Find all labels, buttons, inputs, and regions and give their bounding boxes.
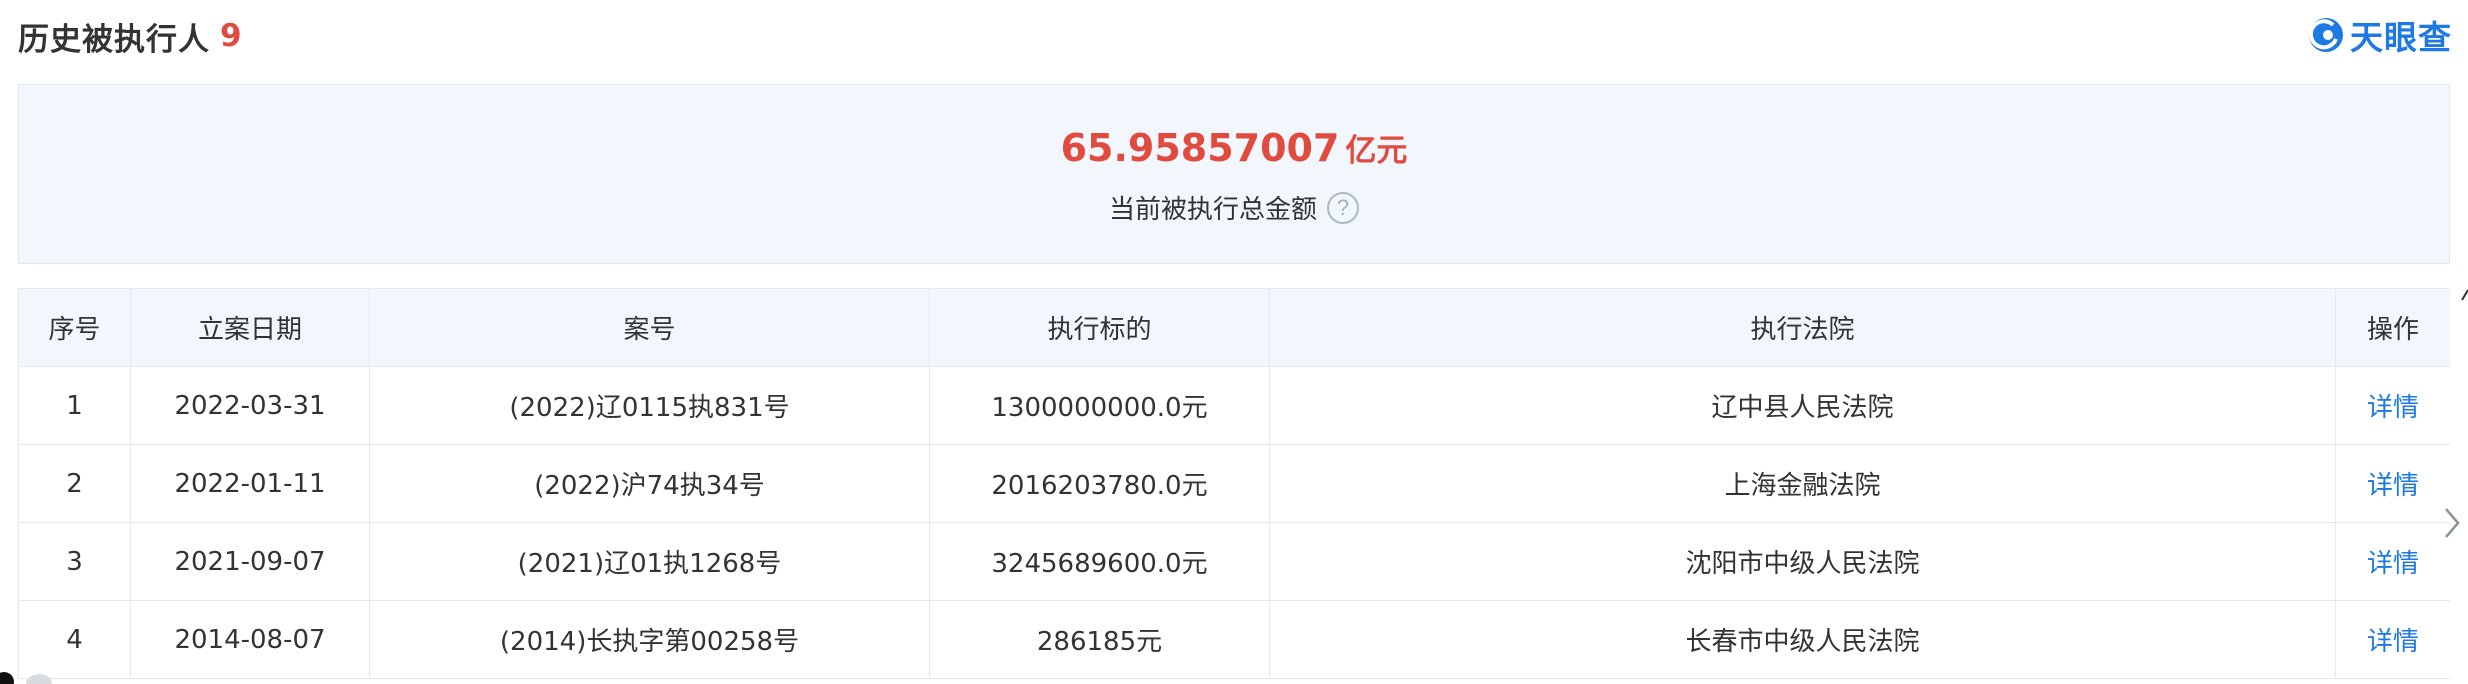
- tianyancha-logo-icon: [2308, 18, 2343, 52]
- cell-amount: 1300000000.0元: [929, 366, 1270, 445]
- scroll-edge-icon: [2461, 289, 2468, 301]
- total-amount-unit: 亿元: [1345, 133, 1408, 169]
- detail-link[interactable]: 详情: [2367, 627, 2419, 657]
- cell-date: 2022-03-31: [130, 366, 370, 445]
- table-row: 2 2022-01-11 (2022)沪74执34号 2016203780.0元…: [18, 444, 2450, 523]
- section-header: 历史被执行人 9: [18, 14, 242, 58]
- cell-action: 详情: [2335, 600, 2450, 679]
- table-row: 3 2021-09-07 (2021)辽01执1268号 3245689600.…: [18, 522, 2450, 601]
- brand-name: 天眼查: [2350, 18, 2452, 57]
- execution-table-wrapper: 序号 立案日期 案号 执行标的 执行法院 操作 1 2022-03-31 (20…: [18, 288, 2450, 684]
- table-row: 4 2014-08-07 (2014)长执字第00258号 286185元 长春…: [18, 600, 2450, 679]
- column-header-index: 序号: [18, 288, 131, 367]
- column-header-court: 执行法院: [1269, 288, 2336, 367]
- corner-dot-icon: [0, 672, 14, 684]
- table-header-row: 序号 立案日期 案号 执行标的 执行法院 操作: [18, 288, 2450, 367]
- table-row: 1 2022-03-31 (2022)辽0115执831号 1300000000…: [18, 366, 2450, 445]
- cell-amount: 2016203780.0元: [929, 444, 1270, 523]
- cell-date: 2022-01-11: [130, 444, 370, 523]
- execution-table: 序号 立案日期 案号 执行标的 执行法院 操作 1 2022-03-31 (20…: [18, 288, 2450, 679]
- column-header-date: 立案日期: [130, 288, 370, 367]
- cell-date: 2014-08-07: [130, 600, 370, 679]
- cell-amount: 286185元: [929, 600, 1270, 679]
- cell-case-no: (2022)辽0115执831号: [369, 366, 930, 445]
- cell-action: 详情: [2335, 522, 2450, 601]
- total-amount: 65.95857007: [1060, 126, 1340, 170]
- question-circle-icon[interactable]: ?: [1327, 191, 1359, 224]
- amount-label-row: 当前被执行总金额 ?: [19, 189, 2449, 226]
- cell-date: 2021-09-07: [130, 522, 370, 601]
- detail-link[interactable]: 详情: [2367, 393, 2419, 423]
- section-title: 历史被执行人: [18, 21, 210, 58]
- column-header-case-no: 案号: [369, 288, 930, 367]
- brand[interactable]: 天眼查: [2306, 12, 2452, 58]
- cell-case-no: (2022)沪74执34号: [369, 444, 930, 523]
- cell-action: 详情: [2335, 366, 2450, 445]
- cell-index: 1: [18, 366, 131, 445]
- detail-link[interactable]: 详情: [2367, 549, 2419, 579]
- amount-row: 65.95857007 亿元: [19, 125, 2449, 170]
- cell-index: 2: [18, 444, 131, 523]
- cell-index: 4: [18, 600, 131, 679]
- cell-case-no: (2021)辽01执1268号: [369, 522, 930, 601]
- cell-index: 3: [18, 522, 131, 601]
- page: 历史被执行人 9 天眼查 65.95857007 亿元 当前被执行总金额 ? 序…: [0, 0, 2468, 684]
- cell-case-no: (2014)长执字第00258号: [369, 600, 930, 679]
- record-count: 9: [220, 18, 242, 54]
- cell-court: 沈阳市中级人民法院: [1269, 522, 2336, 601]
- cell-amount: 3245689600.0元: [929, 522, 1270, 601]
- chevron-right-icon[interactable]: [2436, 493, 2468, 553]
- cell-court: 辽中县人民法院: [1269, 366, 2336, 445]
- cell-court: 上海金融法院: [1269, 444, 2336, 523]
- column-header-action: 操作: [2335, 288, 2450, 367]
- total-amount-label: 当前被执行总金额: [1108, 195, 1317, 225]
- summary-box: 65.95857007 亿元 当前被执行总金额 ?: [18, 84, 2450, 264]
- cell-court: 长春市中级人民法院: [1269, 600, 2336, 679]
- cell-action: 详情: [2335, 444, 2450, 523]
- detail-link[interactable]: 详情: [2367, 471, 2419, 501]
- column-header-amount: 执行标的: [929, 288, 1270, 367]
